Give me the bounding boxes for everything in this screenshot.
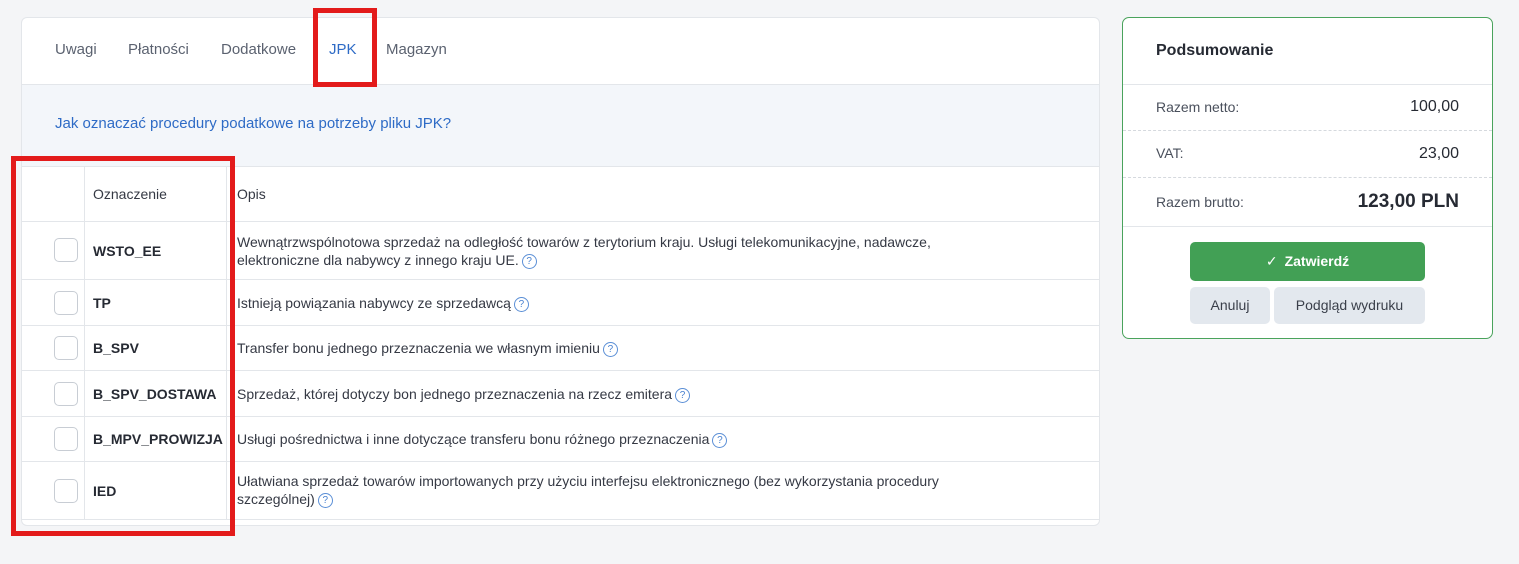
question-circle-icon[interactable]: ?: [712, 432, 728, 448]
question-circle-icon[interactable]: ?: [513, 296, 529, 312]
main-panel: Uwagi Płatności Dodatkowe JPK Magazyn Ja…: [21, 17, 1100, 526]
gross-total-value: 123,00 PLN: [1357, 191, 1459, 212]
question-circle-icon[interactable]: ?: [521, 253, 537, 269]
gross-total-label: Razem brutto:: [1156, 194, 1244, 210]
procedure-description: Istnieją powiązania nabywcy ze sprzedawc…: [237, 294, 1007, 312]
procedure-code: B_SPV: [93, 340, 139, 356]
tab-bar: Uwagi Płatności Dodatkowe JPK Magazyn: [22, 18, 1099, 85]
column-header-description: Opis: [237, 186, 266, 202]
checkmark-icon: ✓: [1265, 253, 1278, 269]
procedure-code: IED: [93, 483, 117, 499]
row-checkbox[interactable]: [54, 238, 78, 262]
tab-dodatkowe[interactable]: Dodatkowe: [221, 41, 296, 58]
cancel-button[interactable]: Anuluj: [1190, 287, 1270, 324]
divider: [1123, 84, 1492, 85]
table-row: WSTO_EE Wewnątrzwspólnotowa sprzedaż na …: [22, 222, 1099, 280]
tab-uwagi[interactable]: Uwagi: [55, 41, 97, 58]
table-header-row: Oznaczenie Opis: [22, 167, 1099, 222]
row-checkbox[interactable]: [54, 427, 78, 451]
tab-platnosci[interactable]: Płatności: [128, 41, 189, 58]
confirm-button[interactable]: ✓ Zatwierdź: [1190, 242, 1425, 281]
question-circle-icon[interactable]: ?: [317, 492, 333, 508]
procedure-code: B_MPV_PROWIZJA: [93, 431, 223, 447]
divider: [1123, 177, 1492, 178]
table-row: TP Istnieją powiązania nabywcy ze sprzed…: [22, 280, 1099, 326]
table-row: B_MPV_PROWIZJA Usługi pośrednictwa i inn…: [22, 417, 1099, 462]
table-row: B_SPV_DOSTAWA Sprzedaż, której dotyczy b…: [22, 371, 1099, 417]
table-row: IED Ułatwiana sprzedaż towarów importowa…: [22, 462, 1099, 520]
procedure-description: Wewnątrzwspólnotowa sprzedaż na odległoś…: [237, 234, 931, 269]
vat-value: 23,00: [1418, 145, 1459, 162]
procedure-description: Usługi pośrednictwa i inne dotyczące tra…: [237, 430, 1007, 448]
tab-jpk[interactable]: JPK: [329, 41, 357, 58]
row-checkbox[interactable]: [54, 382, 78, 406]
procedure-code: TP: [93, 295, 111, 311]
vat-label: VAT:: [1156, 145, 1184, 161]
jpk-procedures-help-link[interactable]: Jak oznaczać procedury podatkowe na potr…: [55, 115, 451, 132]
row-checkbox[interactable]: [54, 336, 78, 360]
row-checkbox[interactable]: [54, 291, 78, 315]
divider: [1123, 226, 1492, 227]
question-circle-icon[interactable]: ?: [675, 387, 691, 403]
column-header-code: Oznaczenie: [93, 186, 167, 202]
procedure-code: WSTO_EE: [93, 243, 162, 259]
procedure-description: Sprzedaż, której dotyczy bon jednego prz…: [237, 385, 1007, 403]
print-preview-button[interactable]: Podgląd wydruku: [1274, 287, 1425, 324]
summary-panel: Podsumowanie Razem netto: 100,00 VAT: 23…: [1122, 17, 1493, 339]
question-circle-icon[interactable]: ?: [602, 341, 618, 357]
table-row: B_SPV Transfer bonu jednego przeznaczeni…: [22, 326, 1099, 371]
procedure-code: B_SPV_DOSTAWA: [93, 386, 217, 402]
tab-magazyn[interactable]: Magazyn: [386, 41, 447, 58]
procedure-description: Transfer bonu jednego przeznaczenia we w…: [237, 339, 1007, 357]
row-checkbox[interactable]: [54, 479, 78, 503]
net-total-label: Razem netto:: [1156, 99, 1240, 115]
divider: [1123, 130, 1492, 131]
info-bar: Jak oznaczać procedury podatkowe na potr…: [22, 85, 1099, 167]
net-total-value: 100,00: [1410, 98, 1459, 115]
jpk-procedures-table: Oznaczenie Opis WSTO_EE Wewnątrzwspólnot…: [22, 167, 1099, 520]
summary-title: Podsumowanie: [1156, 42, 1274, 59]
procedure-description: Ułatwiana sprzedaż towarów importowanych…: [237, 473, 939, 508]
